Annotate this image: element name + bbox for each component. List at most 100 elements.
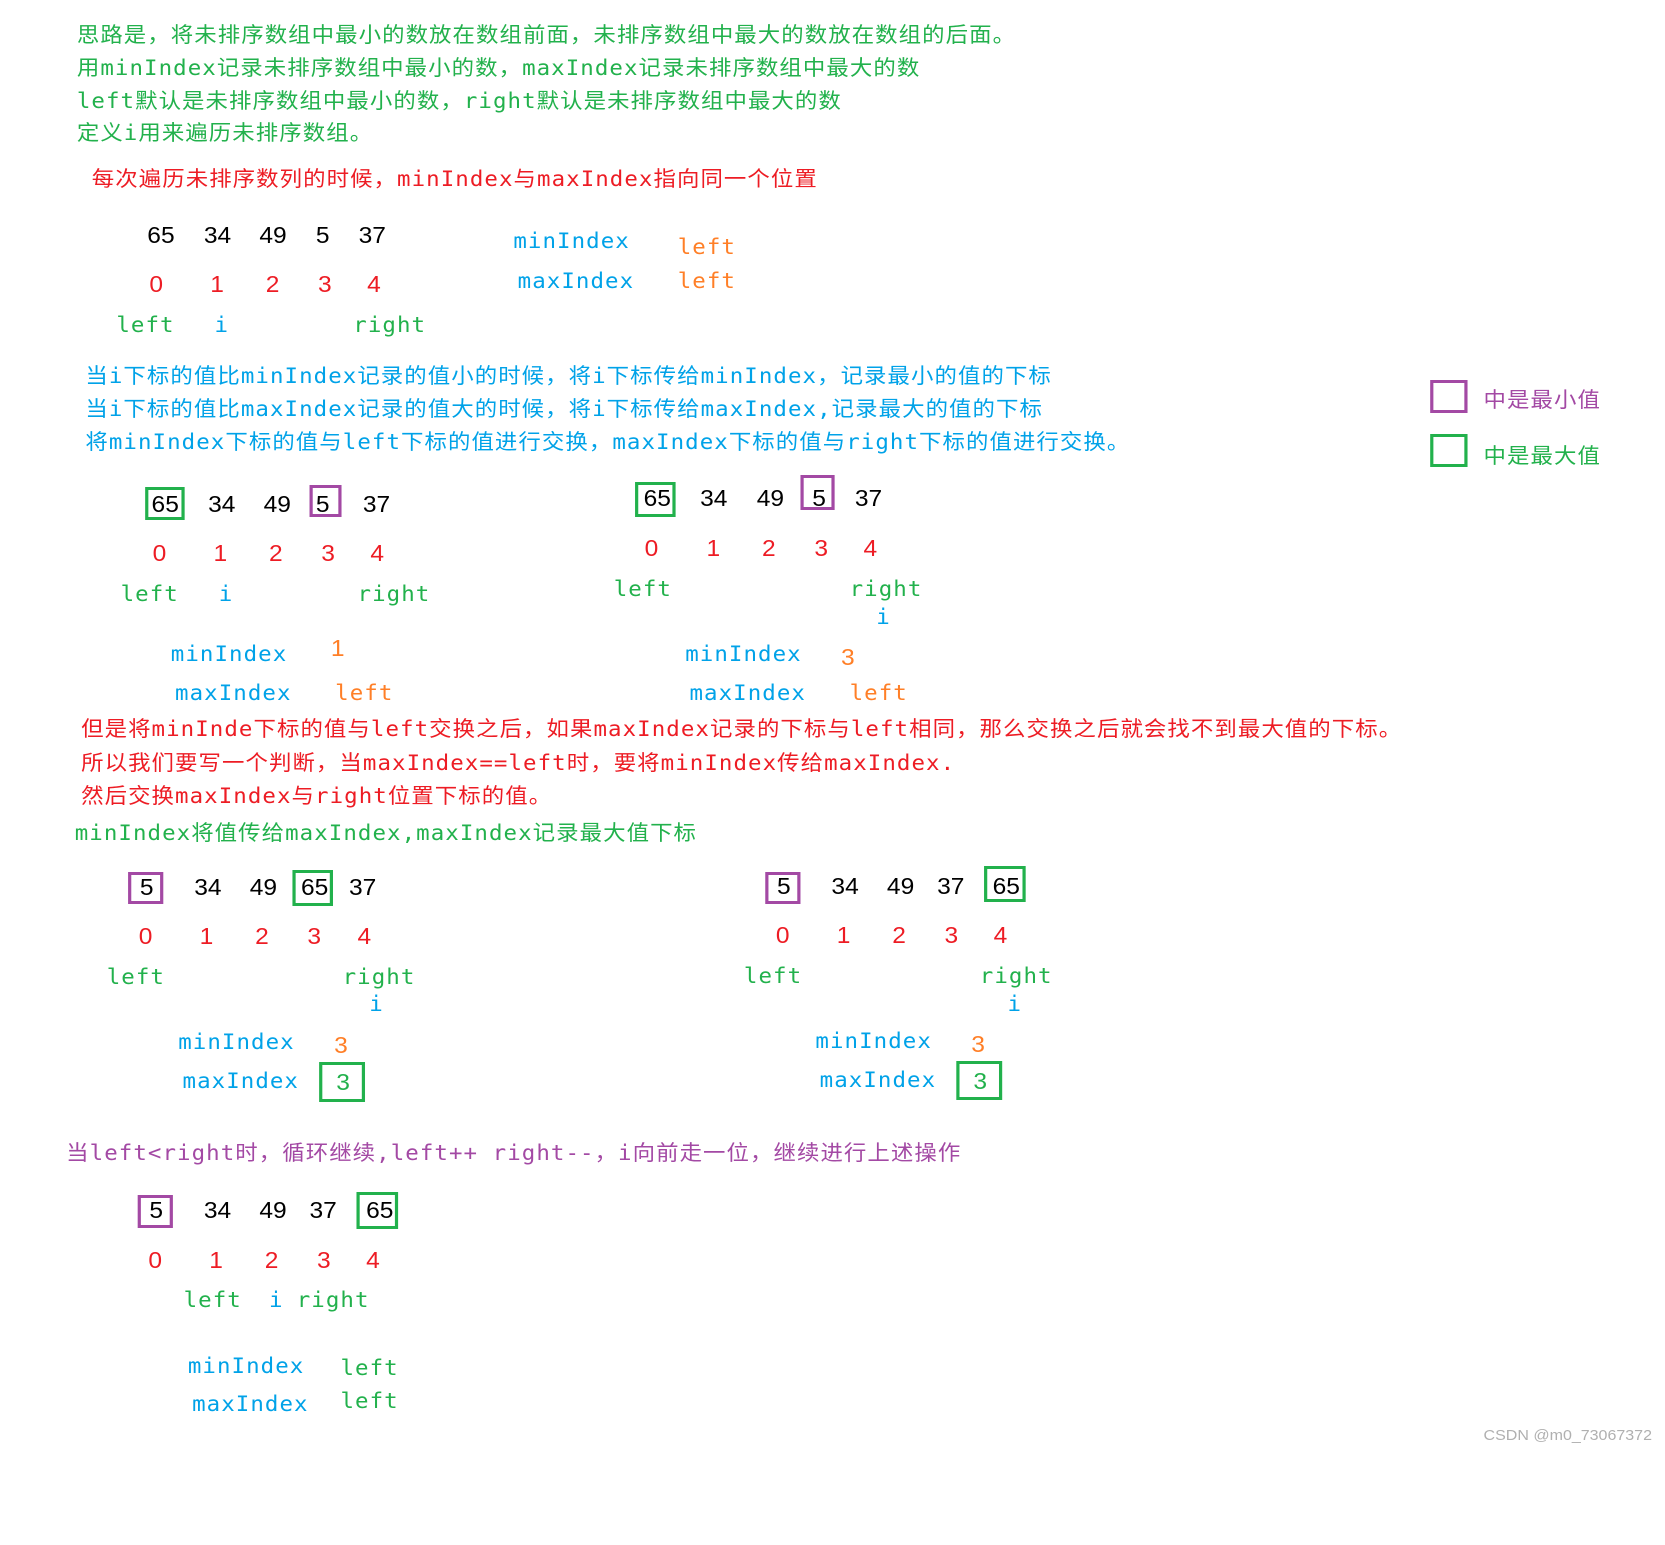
array-value: 65 [151,491,179,517]
array-value: 49 [756,485,785,511]
array-index: 0 [138,923,153,949]
diagram-canvas: 思路是，将未排序数组中最小的数放在数组前面，未排序数组中最大的数放在数组的后面。… [0,0,1665,1545]
array-index: 2 [265,271,280,297]
array-value: 49 [259,222,287,248]
green-note: minIndex将值传给maxIndex,maxIndex记录最大值下标 [74,821,698,845]
array-index: 4 [370,540,385,566]
pointer-i: i [369,992,384,1016]
pointer-left: left [613,577,672,601]
pointer-left: left [183,1288,242,1312]
purple-note: 当left<right时，循环继续,left++ right--，i向前走一位，… [66,1141,962,1165]
array-index: 0 [148,1247,163,1273]
pointer-i: i [214,313,230,337]
array-index: 2 [255,923,269,949]
intro-line: left默认是未排序数组中最小的数，right默认是未排序数组中最大的数 [76,89,842,113]
array-value: 65 [147,222,175,248]
array-index: 3 [307,923,322,949]
legend-min-box [1430,380,1468,413]
array-index: 1 [199,923,214,949]
maxindex-label: maxIndex [192,1392,309,1416]
red-note-line: 所以我们要写一个判断，当maxIndex==left时，要将minIndex传给… [81,751,956,775]
pointer-right: right [979,964,1053,988]
maxindex-value: 3 [973,1068,988,1094]
array-value: 37 [362,491,391,517]
array-value: 34 [194,874,222,900]
array-value: 65 [992,873,1020,899]
pointer-left: left [120,582,179,606]
array-value: 37 [358,222,386,248]
array-value: 34 [203,222,232,248]
maxindex-value: 3 [336,1069,350,1095]
minindex-label: minIndex [815,1029,932,1053]
array-index: 0 [149,271,164,297]
minindex-value: left [340,1356,399,1380]
minindex-value: 3 [971,1031,985,1057]
array-index: 4 [993,922,1008,948]
minindex-value: left [677,235,736,259]
array-index: 3 [944,922,959,948]
array-value: 5 [139,874,154,900]
explain-line: 当i下标的值比minIndex记录的值小的时候，将i下标传给minIndex，记… [85,364,1052,388]
array-index: 3 [318,271,332,297]
array-index: 1 [210,271,224,297]
maxindex-value: left [335,681,394,705]
maxindex-label: maxIndex [175,681,292,705]
red-note-line: 但是将minInde下标的值与left交换之后，如果maxIndex记录的下标与… [81,717,1403,741]
array-index: 0 [644,535,659,561]
array-value: 49 [886,873,915,899]
array-value: 34 [203,1197,232,1223]
legend-max-label: 中是最大值 [1483,444,1601,468]
watermark: CSDN @m0_73067372 [1483,1427,1652,1444]
maxindex-label: maxIndex [517,269,635,293]
pointer-right: right [296,1288,370,1312]
array-value: 37 [309,1197,337,1223]
array-index: 4 [366,1247,380,1273]
maxindex-value: left [340,1389,399,1413]
array-index: 1 [706,535,721,561]
array-value: 49 [249,874,278,900]
maxindex-label: maxIndex [689,681,806,705]
pointer-left: left [106,965,165,989]
pointer-i: i [268,1288,284,1312]
array-value: 49 [259,1197,287,1223]
minindex-value: 1 [330,635,345,661]
note-red: 每次遍历未排序数列的时候，minIndex与maxIndex指向同一个位置 [91,167,818,191]
pointer-i: i [218,582,234,606]
array-value: 5 [315,222,330,248]
maxindex-label: maxIndex [819,1068,937,1092]
array-index: 3 [814,535,829,561]
minindex-label: minIndex [187,1354,305,1378]
explain-line: 当i下标的值比maxIndex记录的值大的时候，将i下标传给maxIndex,记… [85,397,1043,421]
explain-line: 将minIndex下标的值与left下标的值进行交换，maxIndex下标的值与… [85,430,1131,454]
array-value: 5 [315,491,330,517]
array-value: 37 [349,874,377,900]
array-value: 5 [149,1197,164,1223]
pointer-right: right [342,965,416,989]
pointer-left: left [743,964,803,988]
array-index: 1 [836,922,851,948]
array-value: 37 [937,873,965,899]
minindex-value: 3 [334,1032,348,1058]
intro-line: 用minIndex记录未排序数组中最小的数，maxIndex记录未排序数组中最大… [76,56,921,80]
array-index: 4 [863,535,878,561]
minindex-label: minIndex [178,1030,295,1054]
array-value: 65 [300,874,329,900]
intro-line: 定义i用来遍历未排序数组。 [76,121,374,145]
maxindex-label: maxIndex [182,1069,300,1093]
array-value: 5 [812,485,826,511]
pointer-right: right [849,577,923,601]
intro-line: 思路是，将未排序数组中最小的数放在数组前面，未排序数组中最大的数放在数组的后面。 [76,23,1017,47]
pointer-i: i [1007,992,1023,1016]
array-value: 34 [208,491,236,517]
array-value: 5 [776,873,791,899]
array-index: 3 [316,1247,331,1273]
pointer-left: left [116,313,175,337]
array-index: 0 [152,540,167,566]
minindex-value: 3 [841,644,855,670]
array-index: 3 [321,540,335,566]
array-index: 4 [357,923,372,949]
array-index: 1 [213,540,228,566]
array-value: 49 [263,491,291,517]
red-note-line: 然后交换maxIndex与right位置下标的值。 [81,784,553,808]
legend-min-label: 中是最小值 [1483,388,1601,412]
